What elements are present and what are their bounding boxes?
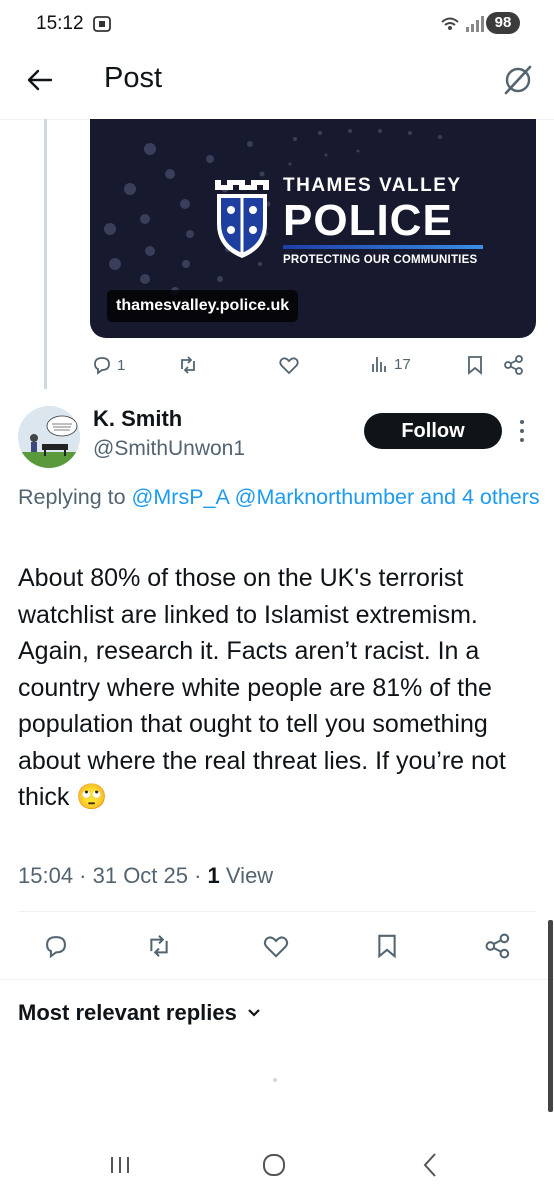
post-metadata: 15:04 · 31 Oct 25 · 1 View (18, 863, 273, 889)
repost-icon (181, 356, 195, 374)
reply-icon (94, 357, 110, 375)
loading-dot (273, 1078, 277, 1082)
link-domain-chip[interactable]: thamesvalley.police.uk (107, 290, 299, 322)
grok-button[interactable] (496, 58, 540, 102)
bookmark-icon (378, 934, 396, 959)
author-handle[interactable]: @SmithUnwon1 (93, 437, 245, 461)
police-shield-logo (215, 180, 269, 258)
share-action[interactable] (503, 354, 525, 376)
author-name[interactable]: K. Smith (93, 406, 182, 432)
follow-button[interactable]: Follow (364, 413, 502, 449)
brand-tagline: PROTECTING OUR COMMUNITIES (283, 254, 478, 266)
actions-divider (0, 979, 554, 980)
system-back-button[interactable] (408, 1148, 452, 1182)
home-button[interactable] (252, 1148, 296, 1182)
reply-icon (46, 936, 66, 959)
share-icon (485, 933, 510, 959)
post-timestamp[interactable]: 15:04 · 31 Oct 25 · (18, 863, 208, 888)
more-options-button[interactable] (514, 416, 530, 446)
scrollbar[interactable] (548, 920, 553, 1112)
post-body-text: About 80% of those on the UK's terrorist… (18, 564, 506, 811)
status-time: 15:12 (36, 13, 84, 34)
home-icon (263, 1154, 285, 1176)
page-title: Post (104, 62, 163, 94)
arrow-left-icon (27, 69, 53, 91)
main-share-button[interactable] (480, 928, 516, 964)
repost-action[interactable] (177, 354, 199, 376)
brand-accent-bar (283, 245, 483, 249)
share-icon (504, 355, 523, 375)
brand-top-text: THAMES VALLEY (283, 175, 462, 196)
replying-prefix: Replying to (18, 485, 132, 509)
metadata-divider (18, 911, 536, 912)
grok-icon (504, 65, 532, 95)
reply-count: 1 (117, 356, 126, 374)
wifi-signal-icon (440, 14, 484, 39)
recent-apps-icon (111, 1157, 129, 1173)
main-reply-button[interactable] (38, 928, 74, 964)
brand-main-text: POLICE (283, 196, 453, 245)
replies-sort-dropdown[interactable]: Most relevant replies (18, 1000, 261, 1026)
status-bar: 15:12 98 (0, 0, 554, 50)
replies-sort-label: Most relevant replies (18, 1000, 237, 1025)
bookmark-icon (468, 356, 482, 375)
battery-indicator: 98 (486, 12, 520, 34)
like-action[interactable] (278, 354, 300, 376)
main-bookmark-button[interactable] (369, 928, 405, 964)
chevron-down-icon (248, 1009, 260, 1017)
screenshot-icon (92, 14, 112, 39)
avatar-image (18, 406, 80, 468)
replying-to-users-link[interactable]: @MrsP_A @Marknorthumber and 4 others (132, 485, 540, 509)
views-action[interactable]: 17 (370, 354, 411, 374)
more-vertical-icon (520, 420, 524, 442)
bookmark-action[interactable] (465, 354, 485, 376)
heart-icon (279, 357, 299, 375)
heart-icon (263, 936, 289, 958)
replying-to-line: Replying to @MrsP_A @Marknorthumber and … (18, 481, 550, 514)
post-view-count: 1 (207, 863, 220, 888)
repost-icon (150, 935, 168, 957)
main-like-button[interactable] (258, 928, 294, 964)
analytics-icon (372, 357, 386, 372)
chevron-left-icon (423, 1153, 436, 1177)
post-view-label: View (219, 863, 274, 888)
main-repost-button[interactable] (141, 928, 177, 964)
recent-apps-button[interactable] (98, 1148, 142, 1182)
back-button[interactable] (18, 58, 62, 102)
author-avatar[interactable] (18, 406, 80, 468)
view-count: 17 (394, 355, 411, 373)
reply-action[interactable]: 1 (91, 354, 125, 376)
thread-line (44, 119, 47, 389)
